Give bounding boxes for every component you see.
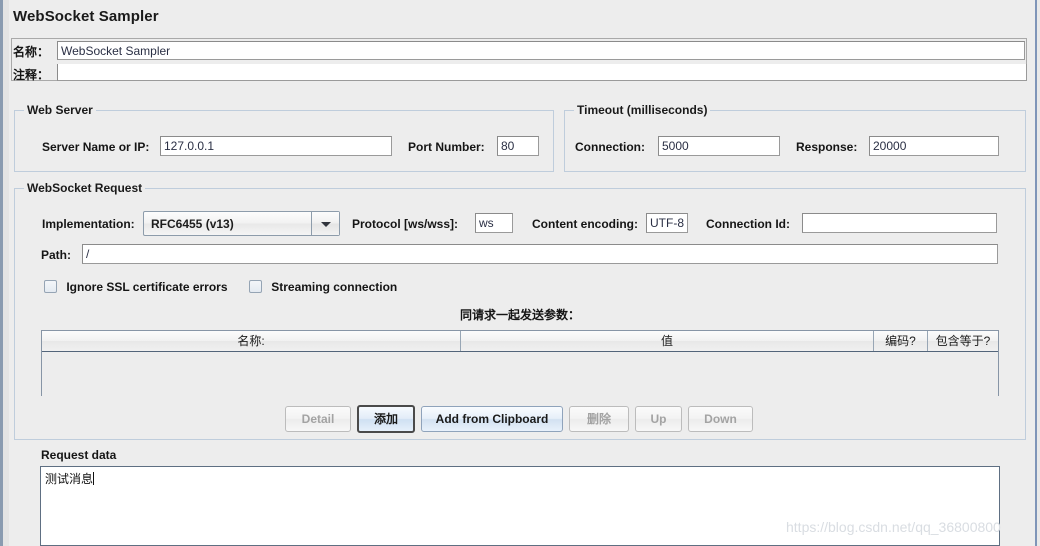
- connection-timeout-input[interactable]: [658, 136, 780, 156]
- port-number-input[interactable]: [497, 136, 539, 156]
- protocol-label: Protocol [ws/wss]:: [352, 217, 459, 231]
- comment-label: 注释：: [13, 68, 50, 82]
- server-name-label: Server Name or IP:: [42, 140, 150, 154]
- chevron-down-icon[interactable]: [311, 212, 339, 235]
- parameters-table-header: 名称: 值 编码? 包含等于?: [42, 331, 998, 352]
- column-header-encode[interactable]: 编码?: [874, 331, 928, 351]
- options-row: Ignore SSL certificate errors Streaming …: [44, 279, 415, 294]
- response-timeout-input[interactable]: [869, 136, 999, 156]
- column-header-name[interactable]: 名称:: [42, 331, 461, 351]
- ignore-ssl-label: Ignore SSL certificate errors: [66, 279, 228, 294]
- server-name-input[interactable]: [160, 136, 392, 156]
- parameters-title: 同请求一起发送参数：: [459, 308, 580, 322]
- comment-input[interactable]: [57, 64, 1027, 81]
- parameters-table-body[interactable]: [42, 352, 998, 396]
- response-timeout-label: Response:: [796, 140, 858, 154]
- move-down-button[interactable]: Down: [688, 406, 753, 432]
- path-label: Path:: [41, 248, 71, 262]
- request-data-text: 测试消息: [45, 472, 94, 486]
- connection-id-input[interactable]: [802, 213, 997, 233]
- port-number-label: Port Number:: [408, 140, 485, 154]
- content-encoding-label: Content encoding:: [532, 217, 638, 231]
- panel-left-gap: [3, 0, 9, 546]
- text-caret: [93, 472, 95, 485]
- add-from-clipboard-button[interactable]: Add from Clipboard: [421, 406, 563, 432]
- column-header-value[interactable]: 值: [461, 331, 874, 351]
- name-input[interactable]: [57, 41, 1025, 60]
- connection-id-label: Connection Id:: [706, 217, 790, 231]
- request-data-label: Request data: [41, 448, 117, 462]
- streaming-connection-checkbox-group[interactable]: Streaming connection: [248, 279, 398, 294]
- implementation-select[interactable]: RFC6455 (v13): [143, 211, 340, 236]
- protocol-input[interactable]: [475, 213, 513, 233]
- websocket-request-group-legend: WebSocket Request: [24, 181, 146, 195]
- content-encoding-input[interactable]: [646, 213, 688, 233]
- path-input[interactable]: [82, 244, 998, 264]
- move-up-button[interactable]: Up: [635, 406, 682, 432]
- column-header-include-equals[interactable]: 包含等于?: [928, 331, 998, 351]
- ignore-ssl-checkbox[interactable]: [44, 280, 57, 294]
- connection-timeout-label: Connection:: [575, 140, 645, 154]
- parameters-table[interactable]: 名称: 值 编码? 包含等于?: [41, 330, 999, 396]
- detail-button[interactable]: Detail: [285, 406, 351, 432]
- streaming-connection-checkbox[interactable]: [248, 280, 262, 294]
- add-button[interactable]: 添加: [357, 405, 415, 433]
- name-label: 名称：: [13, 45, 50, 59]
- page-title: WebSocket Sampler: [13, 8, 159, 25]
- streaming-connection-label: Streaming connection: [271, 279, 398, 294]
- ignore-ssl-checkbox-group[interactable]: Ignore SSL certificate errors: [44, 279, 228, 294]
- timeout-group-legend: Timeout (milliseconds): [574, 103, 711, 117]
- watermark: https://blog.csdn.net/qq_36800800: [786, 519, 1001, 535]
- delete-button[interactable]: 删除: [569, 406, 629, 432]
- websocket-sampler-panel: WebSocket Sampler 名称： 注释： Web Server Ser…: [0, 0, 1040, 546]
- implementation-selected-value: RFC6455 (v13): [151, 217, 234, 231]
- web-server-group-legend: Web Server: [24, 103, 96, 117]
- implementation-label: Implementation:: [42, 217, 135, 231]
